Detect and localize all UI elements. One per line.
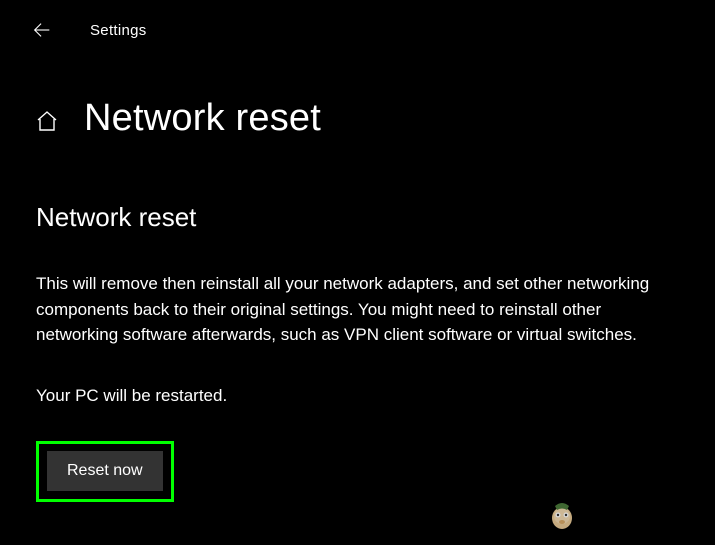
page-header: Network reset [0, 42, 715, 140]
description-text: This will remove then reinstall all your… [36, 271, 666, 348]
home-icon [35, 109, 59, 133]
page-title: Network reset [84, 97, 321, 140]
reset-now-button[interactable]: Reset now [47, 451, 163, 491]
home-button[interactable] [34, 108, 60, 134]
back-arrow-icon [31, 19, 53, 41]
back-button[interactable] [30, 18, 54, 42]
top-bar: Settings [0, 0, 715, 42]
restart-note: Your PC will be restarted. [36, 384, 675, 408]
app-title: Settings [90, 22, 147, 39]
section-heading: Network reset [36, 202, 675, 233]
content-area: Network reset This will remove then rein… [0, 140, 715, 502]
watermark-mascot [545, 496, 579, 539]
highlight-annotation: Reset now [36, 441, 174, 502]
